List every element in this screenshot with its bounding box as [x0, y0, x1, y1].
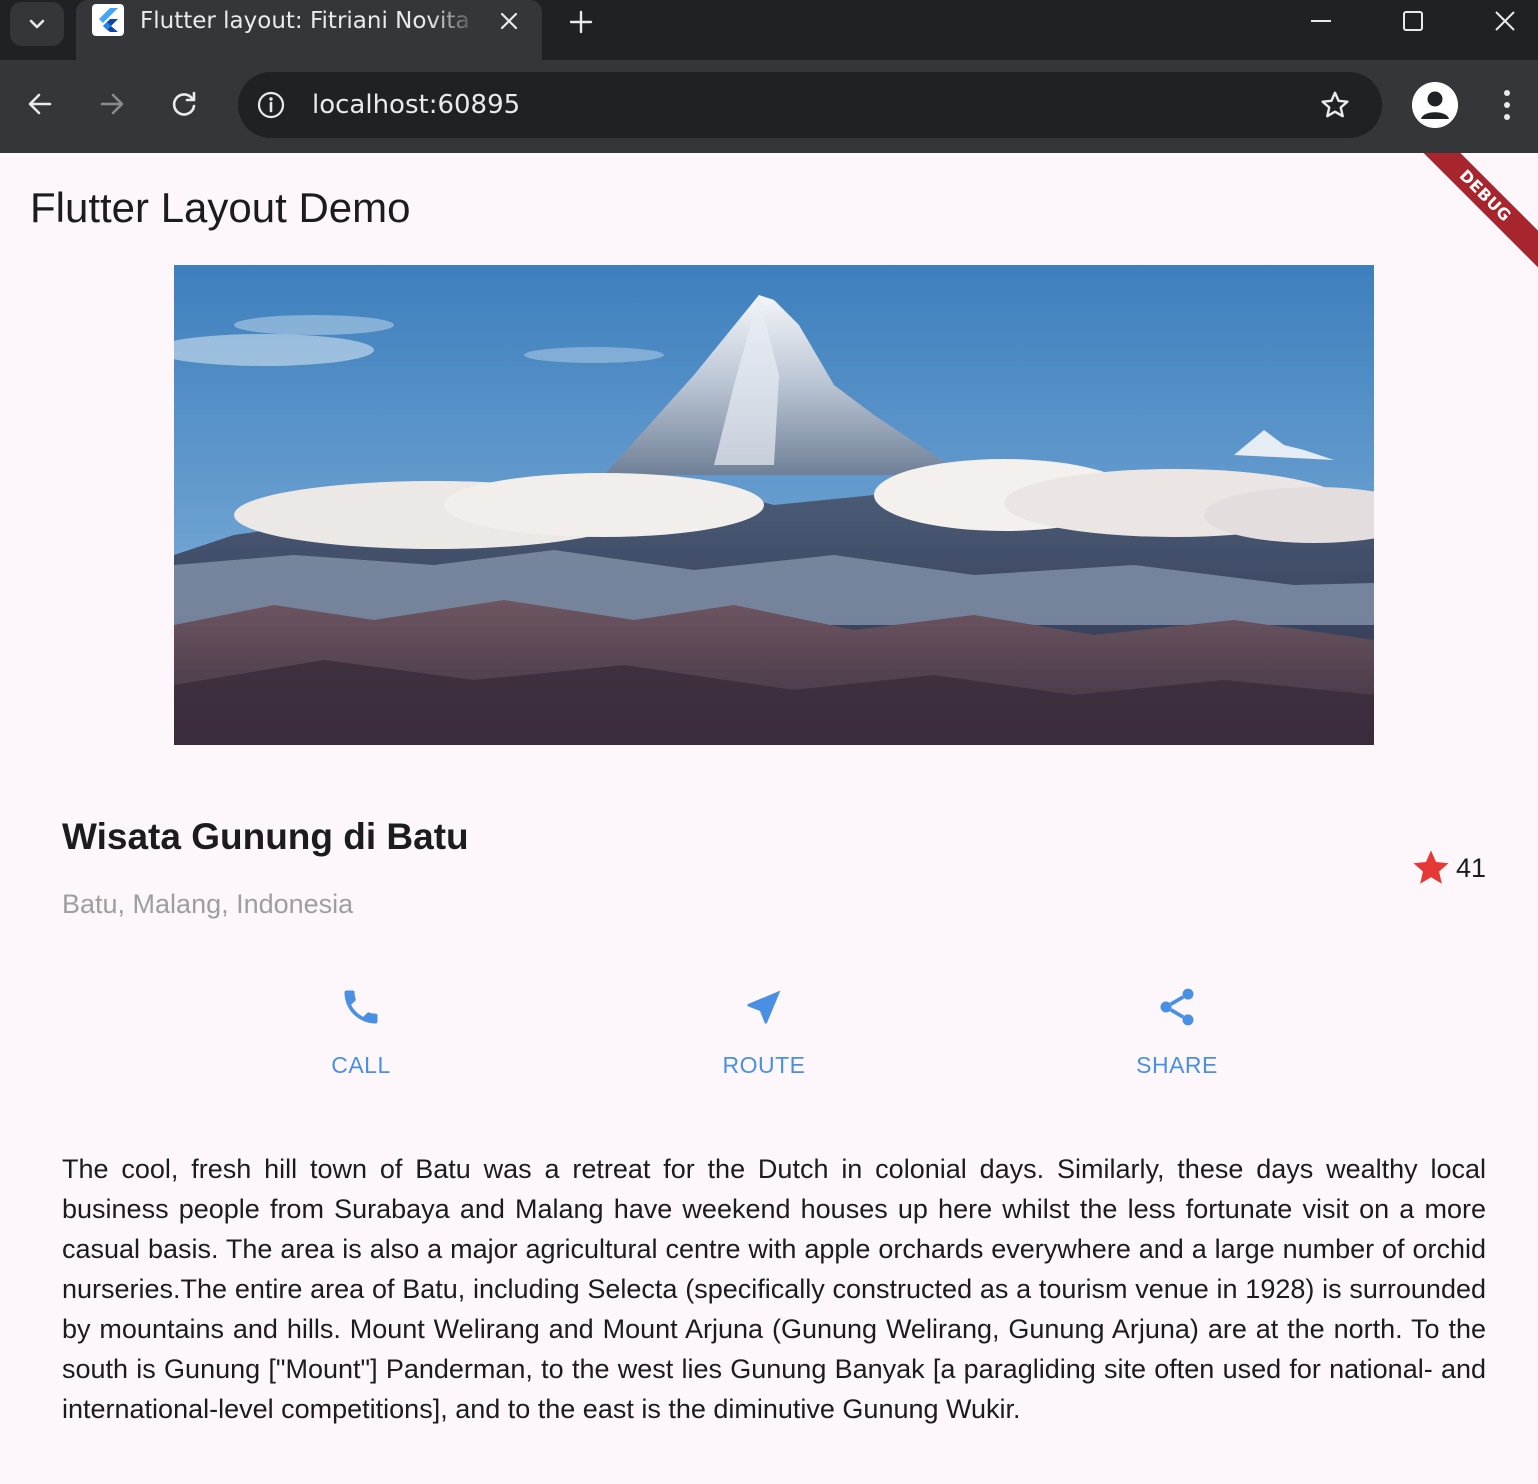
active-tab[interactable]: Flutter layout: Fitriani Novita Ma: [76, 0, 542, 60]
tab-close-button[interactable]: [494, 6, 524, 36]
place-location: Batu, Malang, Indonesia: [62, 889, 354, 919]
browser-tab-strip: Flutter layout: Fitriani Novita Ma: [0, 0, 1538, 60]
title-section: Wisata Gunung di Batu Batu, Malang, Indo…: [62, 813, 1486, 933]
share-icon: [1153, 983, 1201, 1031]
maximize-icon: [1403, 11, 1423, 31]
back-button[interactable]: [18, 82, 62, 126]
chevron-down-icon: [29, 19, 45, 29]
browser-toolbar: localhost:60895: [0, 60, 1538, 153]
close-icon: [1495, 11, 1515, 31]
route-label: ROUTE: [722, 1052, 806, 1078]
rating: 41: [1410, 847, 1486, 889]
url-text[interactable]: localhost:60895: [312, 89, 520, 121]
minimize-button[interactable]: [1276, 0, 1366, 42]
call-icon: [337, 983, 385, 1031]
minimize-icon: [1311, 20, 1331, 22]
mountain-image: [174, 265, 1374, 745]
new-tab-button[interactable]: [563, 4, 599, 40]
maximize-button[interactable]: [1368, 0, 1458, 42]
site-info-button[interactable]: [252, 86, 290, 124]
star-outline-icon: [1321, 91, 1349, 118]
star-icon: [1413, 850, 1449, 884]
reload-icon: [172, 91, 196, 116]
browser-menu-button[interactable]: [1490, 82, 1524, 128]
plus-icon: [569, 10, 593, 34]
arrow-left-icon: [28, 93, 52, 115]
share-button[interactable]: SHARE: [1077, 983, 1277, 1079]
profile-button[interactable]: [1412, 82, 1458, 128]
flutter-favicon-icon: [92, 4, 124, 36]
rating-count: 41: [1455, 852, 1486, 883]
close-icon: [500, 12, 518, 30]
page-title: Flutter Layout Demo: [30, 184, 411, 231]
near-me-icon: [740, 983, 788, 1031]
call-button[interactable]: CALL: [261, 983, 461, 1079]
more-vert-icon: [1504, 90, 1510, 120]
forward-button[interactable]: [90, 82, 134, 126]
window-close-button[interactable]: [1460, 0, 1538, 42]
tab-title: Flutter layout: Fitriani Novita Ma: [140, 8, 480, 34]
bookmark-button[interactable]: [1316, 86, 1354, 124]
description-text: The cool, fresh hill town of Batu was a …: [62, 1154, 1486, 1424]
info-icon: [257, 91, 285, 119]
tab-search-button[interactable]: [10, 2, 64, 46]
person-icon: [1412, 82, 1458, 128]
reload-button[interactable]: [162, 82, 206, 126]
arrow-right-icon: [100, 93, 124, 115]
place-name: Wisata Gunung di Batu: [62, 816, 469, 857]
share-label: SHARE: [1136, 1052, 1218, 1078]
debug-banner: DEBUG: [1408, 153, 1538, 273]
address-bar[interactable]: localhost:60895: [238, 72, 1382, 138]
route-button[interactable]: ROUTE: [664, 983, 864, 1079]
flutter-app: DEBUG Flutter Layout Demo Wisata Gunung …: [0, 153, 1538, 1484]
button-section: CALL ROUTE SHARE: [0, 983, 1538, 1093]
call-label: CALL: [331, 1052, 391, 1078]
